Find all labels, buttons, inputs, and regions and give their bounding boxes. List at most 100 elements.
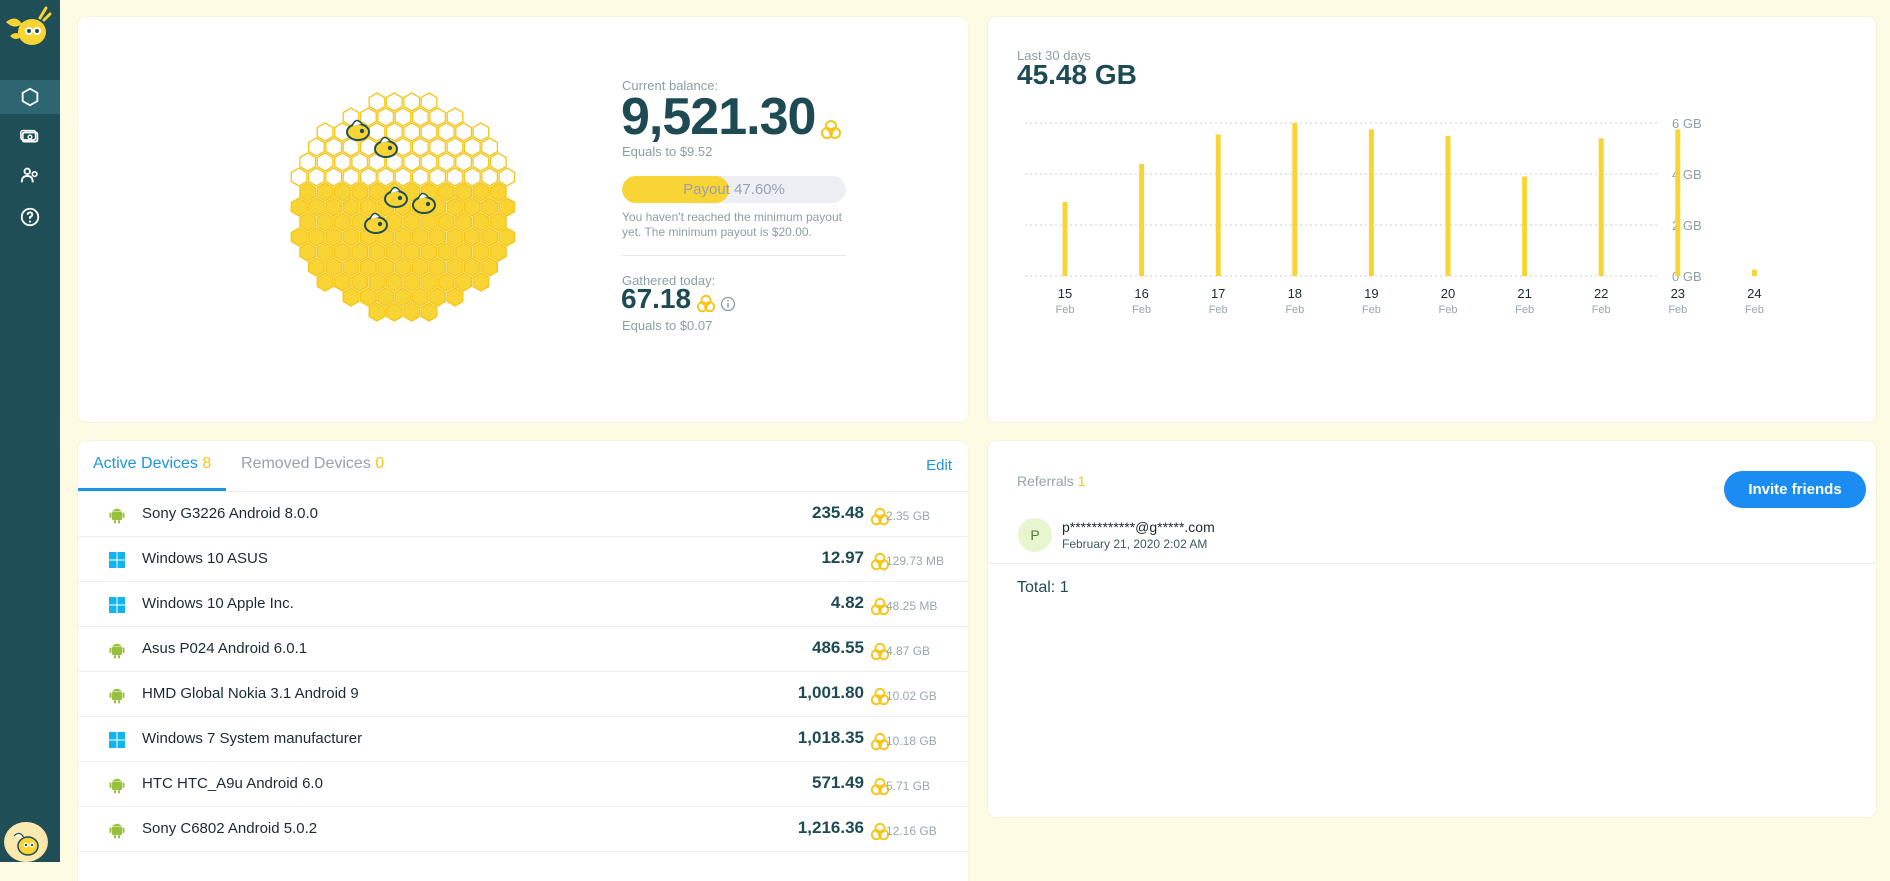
- payout-note: You haven't reached the minimum payout y…: [622, 210, 842, 239]
- x-tick-day: 20: [1441, 286, 1455, 301]
- honeycomb-cell: [446, 167, 464, 187]
- device-traffic: 4.87 GB: [886, 644, 931, 658]
- device-row[interactable]: Windows 7 System manufacturer 1,018.35 10.…: [78, 717, 968, 762]
- honeycomb-cell: [472, 122, 490, 142]
- device-earnings: 1,018.35: [797, 728, 864, 747]
- honeycomb-cell: [472, 152, 490, 172]
- android-icon: [108, 641, 126, 659]
- device-row[interactable]: Sony C6802 Android 5.0.2 1,216.36 12.16 GB: [78, 807, 968, 852]
- honeycomb-cell: [307, 227, 325, 247]
- nav-payments[interactable]: [0, 120, 60, 154]
- honeycomb-cell: [325, 227, 343, 247]
- honeycomb-cell: [333, 182, 351, 202]
- honeycomb-cell: [290, 167, 308, 187]
- android-icon: [108, 506, 126, 524]
- x-tick-month: Feb: [1132, 304, 1151, 316]
- honeycomb-cell: [342, 227, 360, 247]
- edit-devices-link[interactable]: Edit: [926, 457, 952, 474]
- x-tick-month: Feb: [1515, 304, 1534, 316]
- honeycomb-cell: [437, 152, 455, 172]
- nav-referrals[interactable]: [0, 158, 60, 192]
- bar: [1751, 269, 1757, 276]
- device-name: Windows 10 Apple Inc.: [142, 595, 294, 612]
- honeycomb-cell: [394, 227, 412, 247]
- honeycomb-cell: [472, 182, 490, 202]
- honeycomb-cell: [463, 257, 481, 277]
- honeycomb-cell: [481, 167, 499, 187]
- honeycomb-cell: [368, 182, 386, 202]
- honeycomb-cell: [498, 167, 516, 187]
- x-tick-month: Feb: [1056, 304, 1075, 316]
- tab-active-devices[interactable]: Active Devices 8: [93, 455, 211, 473]
- honeycomb-illustration: [290, 92, 516, 322]
- device-row[interactable]: HMD Global Nokia 3.1 Android 9 1,001.80 10…: [78, 672, 968, 717]
- device-row[interactable]: Sony G3226 Android 8.0.0 235.48 2.35 GB: [78, 492, 968, 537]
- windows-icon: [109, 597, 125, 613]
- windows-icon: [109, 552, 125, 568]
- honeycomb-cell: [403, 272, 421, 292]
- x-tick-day: 15: [1058, 286, 1072, 301]
- honeycomb-cell: [446, 227, 464, 247]
- android-icon: [108, 686, 126, 704]
- tab-removed-devices[interactable]: Removed Devices 0: [241, 455, 384, 473]
- honeycomb-cell: [498, 227, 516, 247]
- android-icon: [108, 776, 126, 794]
- honeycomb-cell: [394, 287, 412, 307]
- device-traffic: 10.18 GB: [886, 734, 937, 748]
- bar: [1292, 123, 1298, 276]
- info-icon[interactable]: [720, 296, 736, 312]
- honeycomb-cell: [316, 122, 334, 142]
- help-icon: [20, 207, 40, 227]
- honeycomb-cell: [359, 287, 377, 307]
- device-row[interactable]: Asus P024 Android 6.0.1 486.55 4.87 GB: [78, 627, 968, 672]
- android-icon: [109, 688, 125, 704]
- tab-removed-devices-count: 0: [375, 455, 385, 472]
- honeycomb-cell: [411, 257, 429, 277]
- balance-card: Current balance: 9,521.30 Equals to $9.5…: [78, 17, 968, 422]
- honeycomb-cell: [351, 182, 369, 202]
- honeycomb-cell: [385, 92, 403, 112]
- honeycomb-cell: [420, 212, 438, 232]
- referral-date: February 21, 2020 2:02 AM: [1062, 537, 1208, 551]
- current-balance-value: 9,521.30: [621, 88, 816, 146]
- user-avatar[interactable]: [4, 822, 48, 862]
- nav-help[interactable]: [0, 200, 60, 234]
- device-row[interactable]: HTC HTC_A9u Android 6.0 571.49 5.71 GB: [78, 762, 968, 807]
- honey-coin-icon: [820, 119, 841, 139]
- nav-dashboard[interactable]: [0, 80, 60, 114]
- honeycomb-cell: [316, 152, 334, 172]
- honeycomb-cell: [403, 122, 421, 142]
- device-traffic: 5.71 GB: [886, 779, 931, 793]
- honeycomb-cell: [385, 122, 403, 142]
- honeycomb-cell: [481, 137, 499, 157]
- honeycomb-cell: [411, 227, 429, 247]
- honeycomb-cell: [403, 152, 421, 172]
- hexagon-icon: [21, 87, 39, 107]
- device-row[interactable]: Windows 10 Apple Inc. 4.82 48.25 MB: [78, 582, 968, 627]
- device-row[interactable]: Windows 10 ASUS 12.97 129.73 MB: [78, 537, 968, 582]
- honeycomb-cell: [420, 302, 438, 322]
- x-tick-day: 21: [1517, 286, 1531, 301]
- bar: [1215, 134, 1221, 276]
- honeycomb-cell: [290, 197, 308, 217]
- device-name: Windows 10 ASUS: [142, 550, 268, 567]
- x-tick-day: 18: [1288, 286, 1302, 301]
- honeycomb-cell: [489, 212, 507, 232]
- invite-friends-button[interactable]: Invite friends: [1724, 471, 1866, 508]
- honeycomb-cell: [359, 257, 377, 277]
- android-icon: [109, 643, 125, 659]
- x-tick-month: Feb: [1362, 304, 1381, 316]
- honeycomb-cell: [481, 257, 499, 277]
- honeycomb-cell: [455, 122, 473, 142]
- honeycomb-cell: [489, 242, 507, 262]
- honeygain-logo-icon[interactable]: [2, 6, 52, 50]
- honeycomb-cell: [455, 272, 473, 292]
- referrals-total-value: 1: [1059, 579, 1069, 596]
- android-icon: [109, 823, 125, 839]
- honeycomb-cell: [325, 257, 343, 277]
- honeycomb-cell: [368, 242, 386, 262]
- honeycomb-cell: [299, 152, 317, 172]
- x-tick-month: Feb: [1209, 304, 1228, 316]
- referrals-card: Referrals 1 Invite friends P p**********…: [988, 441, 1876, 817]
- android-icon: [109, 508, 125, 524]
